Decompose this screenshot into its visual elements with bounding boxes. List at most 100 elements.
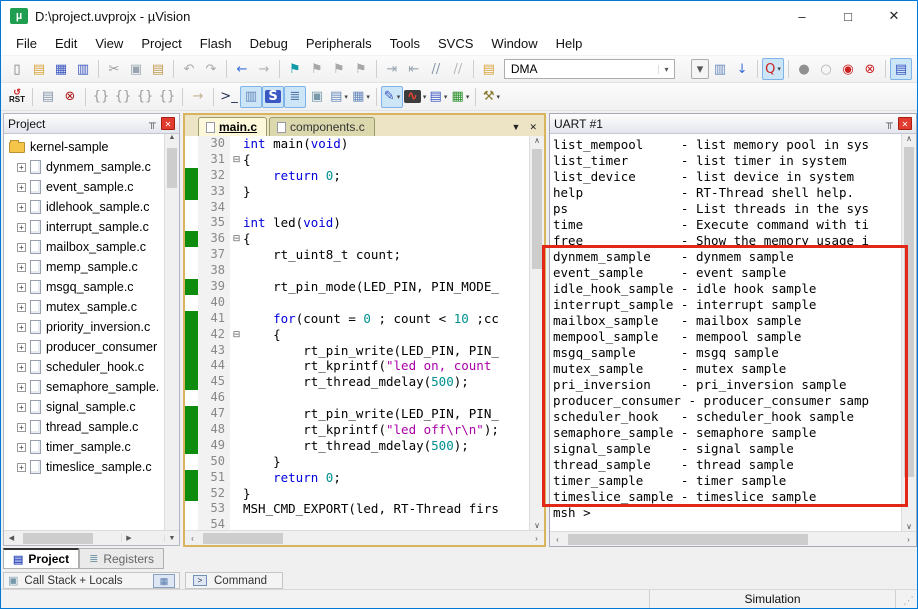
chevron-down-icon[interactable]: ▾ xyxy=(777,65,781,73)
expander-plus-icon[interactable]: + xyxy=(17,402,26,412)
serial-windows-icon[interactable]: ✎ ▾ xyxy=(381,85,403,108)
tree-item-msgq-sample-c[interactable]: + msgq_sample.c xyxy=(4,277,179,297)
tree-item-idlehook-sample-c[interactable]: + idlehook_sample.c xyxy=(4,197,179,217)
expander-plus-icon[interactable]: + xyxy=(17,302,26,312)
code-line[interactable]: 31 ⊟{ xyxy=(185,151,544,168)
step-over-icon[interactable]: {} xyxy=(112,86,134,108)
menu-view[interactable]: View xyxy=(86,34,132,53)
project-tree-vscrollbar[interactable]: ▲ xyxy=(164,134,179,530)
expander-plus-icon[interactable]: + xyxy=(17,262,26,272)
uart-close-icon[interactable]: ✕ xyxy=(898,117,912,130)
code-line[interactable]: 52} xyxy=(185,485,544,502)
expander-plus-icon[interactable]: + xyxy=(17,162,26,172)
cut-icon[interactable]: ✂ xyxy=(103,58,125,80)
scroll-up-icon[interactable]: ∧ xyxy=(906,134,912,143)
expander-plus-icon[interactable]: + xyxy=(17,362,26,372)
expander-plus-icon[interactable]: + xyxy=(17,222,26,232)
system-viewer-icon[interactable]: ▤ ▾ xyxy=(427,86,449,108)
scroll-thumb[interactable] xyxy=(23,532,93,544)
code-line[interactable]: 49 rt_thread_mdelay(500); xyxy=(185,437,544,454)
scroll-left-icon[interactable]: ‹ xyxy=(550,535,565,544)
breakpoint-disable-icon[interactable]: ◉ xyxy=(837,58,859,80)
undo-icon[interactable]: ↶ xyxy=(178,58,200,80)
callstack-bar[interactable]: ▣ Call Stack + Locals ▦ xyxy=(3,572,180,589)
find-in-files-icon[interactable]: ▥ xyxy=(709,58,731,80)
editor-hscrollbar[interactable]: ‹ › xyxy=(185,530,544,545)
chevron-down-icon[interactable]: ▾ xyxy=(658,64,674,74)
redo-icon[interactable]: ↷ xyxy=(200,58,222,80)
tree-item-timer-sample-c[interactable]: + timer_sample.c xyxy=(4,437,179,457)
disassembly-window-icon[interactable]: ▥ xyxy=(240,85,262,108)
code-line[interactable]: 34 xyxy=(185,199,544,216)
minimize-button[interactable]: – xyxy=(779,1,825,31)
tree-item-timeslice-sample-c[interactable]: + timeslice_sample.c xyxy=(4,457,179,477)
code-line[interactable]: 46 xyxy=(185,390,544,407)
menu-file[interactable]: File xyxy=(7,34,46,53)
tree-item-dynmem-sample-c[interactable]: + dynmem_sample.c xyxy=(4,157,179,177)
code-line[interactable]: 43 rt_pin_write(LED_PIN, PIN_ xyxy=(185,342,544,359)
breakpoint-enable-icon[interactable]: ○ xyxy=(815,58,837,80)
code-line[interactable]: 50 } xyxy=(185,453,544,470)
tree-item-interrupt-sample-c[interactable]: + interrupt_sample.c xyxy=(4,217,179,237)
call-stack-window-icon[interactable]: ▣ xyxy=(306,86,328,108)
copy-icon[interactable]: ▣ xyxy=(125,58,147,80)
project-tree-hscrollbar[interactable]: ◀ ▶ ▼ xyxy=(4,530,179,545)
scroll-thumb[interactable] xyxy=(203,532,283,544)
tree-item-mutex-sample-c[interactable]: + mutex_sample.c xyxy=(4,297,179,317)
scroll-thumb[interactable] xyxy=(532,149,542,269)
breakpoint-insert-icon[interactable]: ● xyxy=(793,58,815,80)
menu-peripherals[interactable]: Peripherals xyxy=(297,34,381,53)
open-file-icon[interactable]: ▤ xyxy=(28,58,50,80)
menu-flash[interactable]: Flash xyxy=(191,34,241,53)
code-line[interactable]: 51 return 0; xyxy=(185,469,544,486)
menu-tools[interactable]: Tools xyxy=(381,34,429,53)
memory-button[interactable]: ▦ xyxy=(153,573,175,588)
maximize-button[interactable]: □ xyxy=(825,1,871,31)
code-line[interactable]: 41 for(count = 0 ; count < 10 ;cc xyxy=(185,310,544,327)
menu-svcs[interactable]: SVCS xyxy=(429,34,482,53)
code-line[interactable]: 37 rt_uint8_t count; xyxy=(185,247,544,264)
project-close-icon[interactable]: ✕ xyxy=(161,117,175,130)
logic-analyzer-icon[interactable]: ∿ ▾ xyxy=(403,86,427,108)
search-dropdown-icon[interactable]: ▾ xyxy=(691,59,710,79)
expander-plus-icon[interactable]: + xyxy=(17,342,26,352)
step-icon[interactable]: {} xyxy=(90,86,112,108)
bookmark-clear-icon[interactable]: ⚑ xyxy=(350,58,372,80)
menu-window[interactable]: Window xyxy=(482,34,546,53)
expander-plus-icon[interactable]: + xyxy=(17,182,26,192)
chevron-down-icon[interactable]: ▾ xyxy=(366,93,370,101)
tree-item-event-sample-c[interactable]: + event_sample.c xyxy=(4,177,179,197)
menu-project[interactable]: Project xyxy=(132,34,190,53)
menu-debug[interactable]: Debug xyxy=(241,34,297,53)
command-tab[interactable]: > Command xyxy=(185,572,283,589)
code-line[interactable]: 48 rt_kprintf("led off\r\n"); xyxy=(185,422,544,438)
code-line[interactable]: 53 MSH_CMD_EXPORT(led, RT-Thread firs xyxy=(185,501,544,518)
find-in-files-folder-icon[interactable]: ▤ xyxy=(478,58,500,80)
tab-menu-icon[interactable]: ▼ xyxy=(512,122,521,133)
bookmark-next-icon[interactable]: ⚑ xyxy=(306,58,328,80)
chevron-down-icon[interactable]: ▾ xyxy=(444,93,448,101)
resize-grip[interactable]: ⋰ xyxy=(903,594,914,607)
chevron-down-icon[interactable]: ▾ xyxy=(423,93,427,101)
scroll-right-icon[interactable]: ▶ xyxy=(121,534,136,542)
scroll-down-icon[interactable]: ∨ xyxy=(530,521,544,530)
fold-open-icon[interactable]: ⊟ xyxy=(230,152,243,168)
code-line[interactable]: 45 rt_thread_mdelay(500); xyxy=(185,374,544,391)
tab-close-icon[interactable]: ✕ xyxy=(529,122,537,133)
comment-icon[interactable]: // xyxy=(425,58,447,80)
tree-item-semaphore-sample-[interactable]: + semaphore_sample. xyxy=(4,377,179,397)
expander-plus-icon[interactable]: + xyxy=(17,242,26,252)
project-window-icon[interactable]: ▤ xyxy=(889,58,912,80)
scroll-right-icon[interactable]: › xyxy=(529,534,544,543)
run-icon[interactable]: → xyxy=(187,86,209,108)
scroll-thumb[interactable] xyxy=(568,533,808,545)
code-line[interactable]: 42 ⊟ { xyxy=(185,326,544,343)
expander-plus-icon[interactable]: + xyxy=(17,382,26,392)
tab-project[interactable]: ▤ Project xyxy=(3,548,80,569)
tree-item-priority-inversion-c[interactable]: + priority_inversion.c xyxy=(4,317,179,337)
step-out-icon[interactable]: {} xyxy=(134,86,156,108)
scroll-left-icon[interactable]: ◀ xyxy=(4,534,19,542)
new-file-icon[interactable]: ▯ xyxy=(6,58,28,80)
tree-item-memp-sample-c[interactable]: + memp_sample.c xyxy=(4,257,179,277)
expander-plus-icon[interactable]: + xyxy=(17,442,26,452)
